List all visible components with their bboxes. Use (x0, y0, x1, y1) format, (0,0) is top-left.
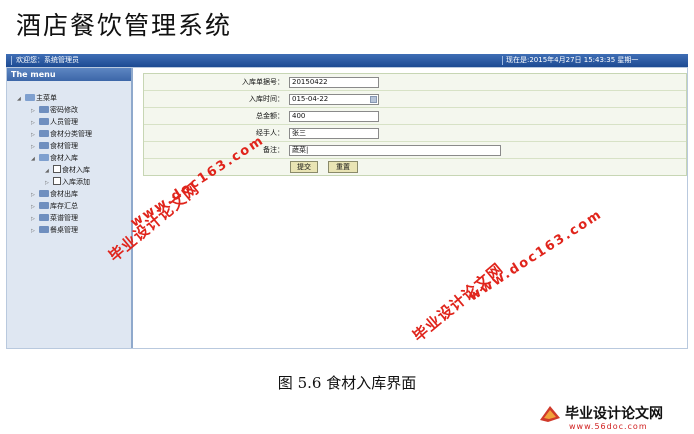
folder-open-icon (39, 154, 49, 161)
sidebar-item-label: 库存汇总 (50, 202, 78, 210)
brand-logo-icon (540, 406, 560, 422)
folder-icon (39, 106, 49, 113)
sidebar-item-category[interactable]: ▷ 食材分类管理 (31, 129, 92, 139)
expand-arrow-icon[interactable]: ◢ (17, 94, 25, 104)
sidebar-item-label: 入库添加 (62, 178, 90, 186)
date-value: 015-04-22 (292, 95, 329, 103)
page-icon (53, 177, 61, 185)
receipt-no-input[interactable]: 20150422 (289, 77, 379, 88)
app-title: 酒店餐饮管理系统 (16, 11, 233, 40)
expand-arrow-icon[interactable]: ◢ (31, 154, 39, 164)
brand-url: www.56doc.com (569, 422, 648, 431)
collapse-arrow-icon[interactable]: ▷ (31, 214, 39, 224)
figure-caption: 图 5.6 食材入库界面 (277, 374, 417, 392)
folder-icon (39, 202, 49, 209)
sidebar-subitem-stock-add[interactable]: ▷ 入库添加 (45, 177, 90, 187)
stock-in-time-input[interactable]: 015-04-22 (289, 94, 379, 105)
divider (11, 56, 12, 65)
sidebar-item-label: 食材管理 (50, 142, 78, 150)
tree-root[interactable]: ◢ 主菜单 (17, 93, 57, 103)
sidebar-item-label: 菜谱管理 (50, 214, 78, 222)
collapse-arrow-icon[interactable]: ▷ (31, 130, 39, 140)
collapse-arrow-icon[interactable]: ▷ (31, 190, 39, 200)
form-row: 经手人： 张三 (144, 125, 686, 142)
sidebar: The menu ◢ 主菜单 ▷ 密码修改 ▷ 人员管理 ▷ 食材分类管理 ▷ 食材管理 … (7, 68, 133, 348)
collapse-arrow-icon[interactable]: ▷ (31, 118, 39, 128)
folder-icon (39, 190, 49, 197)
welcome-text: 欢迎您：系统管理员 (16, 56, 79, 64)
submit-button[interactable]: 提交 (290, 161, 318, 173)
sidebar-item-label: 食材入库 (62, 166, 90, 174)
sidebar-item-stock-in[interactable]: ◢ 食材入库 (31, 153, 78, 163)
sidebar-item-menu[interactable]: ▷ 菜谱管理 (31, 213, 78, 223)
brand-name: 毕业设计论文网 (565, 406, 663, 422)
sidebar-item-label: 密码修改 (50, 106, 78, 114)
folder-icon (39, 142, 49, 149)
sidebar-item-label: 人员管理 (50, 118, 78, 126)
folder-icon (39, 118, 49, 125)
menu-header: The menu (7, 68, 131, 81)
collapse-arrow-icon[interactable]: ▷ (31, 142, 39, 152)
site-brand: 毕业设计论文网 www.56doc.com (538, 402, 688, 432)
handler-input[interactable]: 张三 (289, 128, 379, 139)
sidebar-item-tables[interactable]: ▷ 餐桌管理 (31, 225, 78, 235)
form-row: 入库时间： 015-04-22 (144, 91, 686, 108)
sidebar-item-ingredient[interactable]: ▷ 食材管理 (31, 141, 78, 151)
folder-icon (39, 226, 49, 233)
page-icon (53, 165, 61, 173)
divider (502, 56, 503, 65)
sidebar-item-staff[interactable]: ▷ 人员管理 (31, 117, 78, 127)
collapse-arrow-icon[interactable]: ▷ (31, 106, 39, 116)
reset-button[interactable]: 重置 (328, 161, 358, 173)
collapse-arrow-icon[interactable]: ▷ (31, 226, 39, 236)
sidebar-subitem-stock-in[interactable]: ◢ 食材入库 (45, 165, 90, 175)
sidebar-item-label: 食材出库 (50, 190, 78, 198)
sidebar-item-label: 食材分类管理 (50, 130, 92, 138)
sidebar-item-label: 餐桌管理 (50, 226, 78, 234)
folder-icon (39, 214, 49, 221)
receipt-no-label: 入库单据号： (242, 78, 284, 86)
sidebar-item-stock-out[interactable]: ▷ 食材出库 (31, 189, 78, 199)
collapse-arrow-icon: ▷ (45, 180, 49, 186)
remark-input[interactable]: 蔬菜| (289, 145, 501, 156)
total-amount-input[interactable]: 400 (289, 111, 379, 122)
main-frame: The menu ◢ 主菜单 ▷ 密码修改 ▷ 人员管理 ▷ 食材分类管理 ▷ 食材管理 … (6, 67, 688, 349)
datetime-text: 现在是:2015年4月27日 15:43:35 星期一 (506, 56, 639, 64)
stock-in-time-label: 入库时间： (249, 95, 284, 103)
form-row: 入库单据号： 20150422 (144, 74, 686, 91)
folder-open-icon (25, 94, 35, 101)
top-status-bar: 欢迎您：系统管理员 现在是:2015年4月27日 15:43:35 星期一 (6, 54, 688, 67)
form-row: 总金额： 400 (144, 108, 686, 125)
tree-root-label: 主菜单 (36, 94, 57, 102)
content-area: 入库单据号： 20150422 入库时间： 015-04-22 总金额： 400… (143, 68, 687, 348)
sidebar-item-password[interactable]: ▷ 密码修改 (31, 105, 78, 115)
sidebar-item-inventory[interactable]: ▷ 库存汇总 (31, 201, 78, 211)
sidebar-item-label: 食材入库 (50, 154, 78, 162)
expand-arrow-icon: ◢ (45, 168, 49, 174)
collapse-arrow-icon[interactable]: ▷ (31, 202, 39, 212)
calendar-icon[interactable] (370, 96, 377, 103)
total-amount-label: 总金额： (256, 112, 284, 120)
folder-icon (39, 130, 49, 137)
